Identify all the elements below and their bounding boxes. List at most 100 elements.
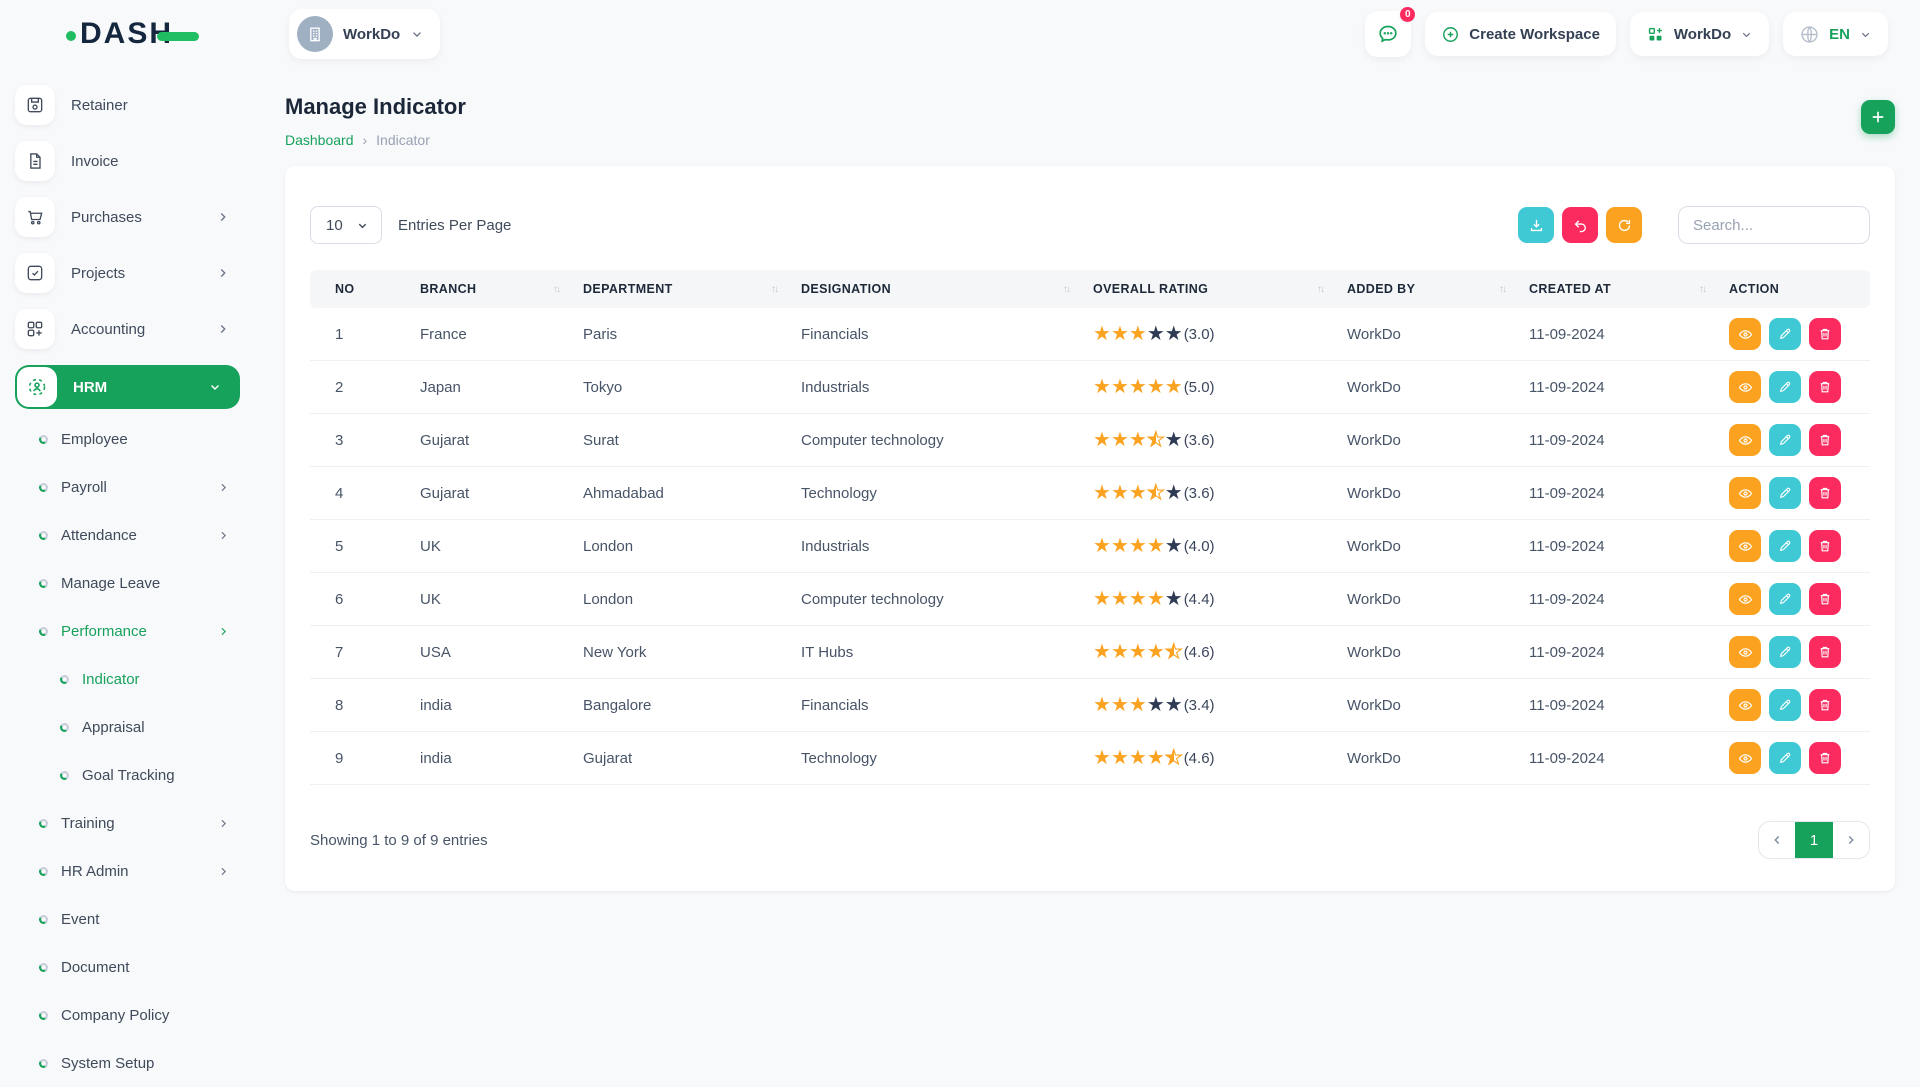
- sidebar-item-invoice[interactable]: Invoice: [15, 141, 240, 181]
- edit-button[interactable]: [1769, 689, 1801, 721]
- sidebar-item-purchases[interactable]: Purchases: [15, 197, 240, 237]
- view-button[interactable]: [1729, 742, 1761, 774]
- cell-created-at: 11-09-2024: [1529, 750, 1729, 767]
- header-added-by[interactable]: ADDED BY↑↓: [1347, 282, 1529, 296]
- sidebar-item-document[interactable]: Document: [15, 943, 240, 991]
- cell-added-by: WorkDo: [1347, 432, 1529, 449]
- cell-action: [1729, 371, 1870, 403]
- sidebar-item-event[interactable]: Event: [15, 895, 240, 943]
- workspace-menu-button[interactable]: WorkDo: [1630, 12, 1769, 56]
- edit-button[interactable]: [1769, 318, 1801, 350]
- sidebar-item-goal-tracking[interactable]: Goal Tracking: [15, 751, 240, 799]
- edit-button[interactable]: [1769, 477, 1801, 509]
- edit-button[interactable]: [1769, 583, 1801, 615]
- sidebar-item-employee[interactable]: Employee: [15, 415, 240, 463]
- sort-icon[interactable]: ↑↓: [553, 284, 559, 295]
- eye-icon: [1737, 379, 1754, 396]
- pencil-icon: [1777, 697, 1793, 713]
- entries-per-page-label: Entries Per Page: [398, 217, 511, 234]
- previous-page-button[interactable]: [1759, 822, 1795, 858]
- cell-no: 7: [310, 644, 420, 661]
- header-created-at[interactable]: CREATED AT↑↓: [1529, 282, 1729, 296]
- delete-button[interactable]: [1809, 583, 1841, 615]
- view-button[interactable]: [1729, 689, 1761, 721]
- sort-icon[interactable]: ↑↓: [771, 284, 777, 295]
- delete-button[interactable]: [1809, 689, 1841, 721]
- logo[interactable]: DASH: [0, 17, 289, 51]
- header-overall-rating[interactable]: OVERALL RATING↑↓: [1093, 282, 1347, 296]
- header-branch[interactable]: BRANCH↑↓: [420, 282, 583, 296]
- header-department[interactable]: DEPARTMENT↑↓: [583, 282, 801, 296]
- sort-icon[interactable]: ↑↓: [1499, 284, 1505, 295]
- reset-button[interactable]: [1562, 207, 1598, 243]
- sidebar-item-retainer[interactable]: Retainer: [15, 85, 240, 125]
- chevron-right-icon: [217, 481, 240, 494]
- view-button[interactable]: [1729, 318, 1761, 350]
- cell-department: Ahmadabad: [583, 485, 801, 502]
- cell-department: Bangalore: [583, 697, 801, 714]
- page-number-button[interactable]: 1: [1795, 822, 1833, 858]
- sidebar-item-accounting[interactable]: Accounting: [15, 309, 240, 349]
- sidebar-item-projects[interactable]: Projects: [15, 253, 240, 293]
- edit-button[interactable]: [1769, 636, 1801, 668]
- view-button[interactable]: [1729, 477, 1761, 509]
- sort-icon[interactable]: ↑↓: [1063, 284, 1069, 295]
- search-input[interactable]: [1678, 206, 1870, 244]
- messages-button[interactable]: 0: [1365, 11, 1411, 57]
- view-button[interactable]: [1729, 371, 1761, 403]
- trash-icon: [1817, 485, 1833, 501]
- sidebar-item-performance[interactable]: Performance: [15, 607, 240, 655]
- delete-button[interactable]: [1809, 636, 1841, 668]
- refresh-button[interactable]: [1606, 207, 1642, 243]
- cell-no: 5: [310, 538, 420, 555]
- sidebar-item-manage-leave[interactable]: Manage Leave: [15, 559, 240, 607]
- delete-button[interactable]: [1809, 318, 1841, 350]
- export-button[interactable]: [1518, 207, 1554, 243]
- create-workspace-button[interactable]: Create Workspace: [1425, 12, 1616, 56]
- delete-button[interactable]: [1809, 424, 1841, 456]
- table-row: 5 UK London Industrials ★★★★★ (4.0) Work…: [310, 520, 1870, 573]
- language-selector[interactable]: EN: [1783, 12, 1888, 56]
- header-designation[interactable]: DESIGNATION↑↓: [801, 282, 1093, 296]
- delete-button[interactable]: [1809, 371, 1841, 403]
- chevron-right-icon: [217, 865, 240, 878]
- cell-added-by: WorkDo: [1347, 538, 1529, 555]
- sidebar-item-attendance[interactable]: Attendance: [15, 511, 240, 559]
- entries-summary: Showing 1 to 9 of 9 entries: [310, 832, 488, 849]
- add-indicator-button[interactable]: [1861, 100, 1895, 134]
- workspace-selector[interactable]: WorkDo: [289, 9, 440, 59]
- delete-button[interactable]: [1809, 742, 1841, 774]
- bullet-icon: [60, 723, 69, 732]
- view-button[interactable]: [1729, 424, 1761, 456]
- table-row: 7 USA New York IT Hubs ★★★★★★ (4.6) Work…: [310, 626, 1870, 679]
- sidebar-item-hr-admin[interactable]: HR Admin: [15, 847, 240, 895]
- edit-button[interactable]: [1769, 371, 1801, 403]
- chevron-right-icon: [217, 625, 240, 638]
- bullet-icon: [39, 915, 48, 924]
- breadcrumb-dashboard-link[interactable]: Dashboard: [285, 132, 354, 148]
- edit-button[interactable]: [1769, 742, 1801, 774]
- check-square-icon: [15, 253, 55, 293]
- sidebar-item-payroll[interactable]: Payroll: [15, 463, 240, 511]
- topbar-actions: 0 Create Workspace WorkDo EN: [1365, 11, 1888, 57]
- sort-icon[interactable]: ↑↓: [1699, 284, 1705, 295]
- view-button[interactable]: [1729, 636, 1761, 668]
- cell-overall-rating: ★★★★★★ (4.6): [1093, 748, 1347, 768]
- sidebar-item-hrm[interactable]: HRM: [15, 365, 240, 409]
- view-button[interactable]: [1729, 583, 1761, 615]
- sidebar-item-company-policy[interactable]: Company Policy: [15, 991, 240, 1039]
- view-button[interactable]: [1729, 530, 1761, 562]
- entries-per-page-select[interactable]: 10: [310, 206, 382, 244]
- sort-icon[interactable]: ↑↓: [1317, 284, 1323, 295]
- next-page-button[interactable]: [1833, 822, 1869, 858]
- sidebar-item-appraisal[interactable]: Appraisal: [15, 703, 240, 751]
- edit-button[interactable]: [1769, 424, 1801, 456]
- edit-button[interactable]: [1769, 530, 1801, 562]
- delete-button[interactable]: [1809, 530, 1841, 562]
- sidebar-item-indicator[interactable]: Indicator: [15, 655, 240, 703]
- delete-button[interactable]: [1809, 477, 1841, 509]
- cell-added-by: WorkDo: [1347, 697, 1529, 714]
- bullet-icon: [60, 675, 69, 684]
- eye-icon: [1737, 697, 1754, 714]
- sidebar-item-training[interactable]: Training: [15, 799, 240, 847]
